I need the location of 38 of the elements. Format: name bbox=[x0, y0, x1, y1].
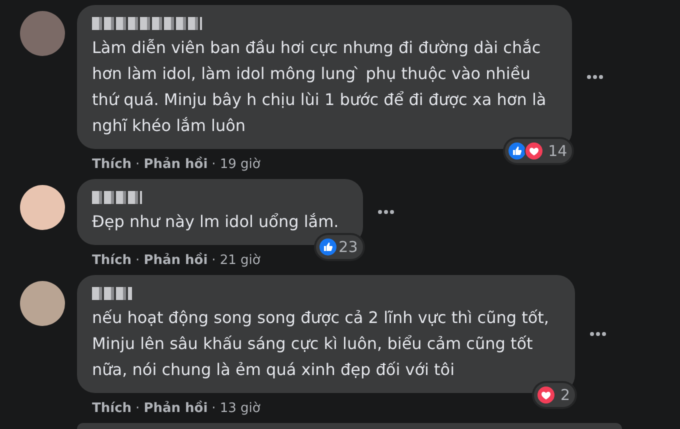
comment-text: Minju lên sâu khấu sáng cực kì luôn, biểu cảm cũng tốt bbox=[92, 333, 534, 355]
timestamp: 21 giờ bbox=[220, 253, 260, 268]
comment-text: Đẹp như này lm idol uổng lắm. bbox=[92, 211, 339, 233]
more-options-icon[interactable] bbox=[376, 209, 395, 215]
comment-text: hơn làm idol, làm idol mông lung ̀ phụ thuộc vào nhiều bbox=[92, 63, 532, 85]
comment-text: Làm diễn viên ban đầu hơi cực nhưng đi đường dài chắc bbox=[92, 37, 542, 59]
comment-text: nghĩ khéo lắm luôn bbox=[92, 115, 247, 137]
avatar[interactable] bbox=[20, 281, 65, 326]
action-link[interactable]: Phản hồi bbox=[144, 401, 208, 416]
reaction-badge[interactable]: 2 bbox=[534, 383, 576, 407]
reaction-badge[interactable]: 14 bbox=[505, 139, 572, 163]
separator: · bbox=[212, 157, 216, 172]
separator: · bbox=[136, 157, 140, 172]
blurred-name bbox=[92, 287, 132, 300]
thumbs-up-icon bbox=[507, 141, 528, 161]
thumbs-up-icon bbox=[318, 237, 338, 257]
reaction-count: 14 bbox=[548, 142, 568, 160]
avatar[interactable] bbox=[20, 185, 65, 230]
separator: · bbox=[212, 253, 216, 268]
separator: · bbox=[212, 401, 216, 416]
action-link[interactable]: Thích bbox=[92, 157, 132, 172]
comment-text: nếu hoạt động song song được cả 2 lĩnh vực thì cũng tốt, bbox=[92, 307, 550, 329]
separator: · bbox=[136, 253, 140, 268]
reaction-count: 23 bbox=[338, 238, 358, 256]
reaction-count: 2 bbox=[560, 386, 570, 404]
action-link[interactable]: Phản hồi bbox=[144, 253, 208, 268]
action-link[interactable]: Thích bbox=[92, 401, 132, 416]
comment-text: nữa, nói chung là ẻm quá xinh đẹp đối với tôi bbox=[92, 359, 456, 381]
action-link[interactable]: Phản hồi bbox=[144, 157, 208, 172]
separator: · bbox=[136, 401, 140, 416]
blurred-name bbox=[92, 191, 142, 204]
comment-text: thứ quá. Minju bây h chịu lùi 1 bước để đi được xa hơn là bbox=[92, 89, 546, 111]
reaction-badge[interactable]: 23 bbox=[316, 235, 363, 259]
action-link[interactable]: Thích bbox=[92, 253, 132, 268]
more-options-icon[interactable] bbox=[589, 331, 608, 337]
timestamp: 13 giờ bbox=[220, 401, 260, 416]
more-options-icon[interactable] bbox=[586, 74, 604, 80]
timestamp: 19 giờ bbox=[220, 157, 260, 172]
